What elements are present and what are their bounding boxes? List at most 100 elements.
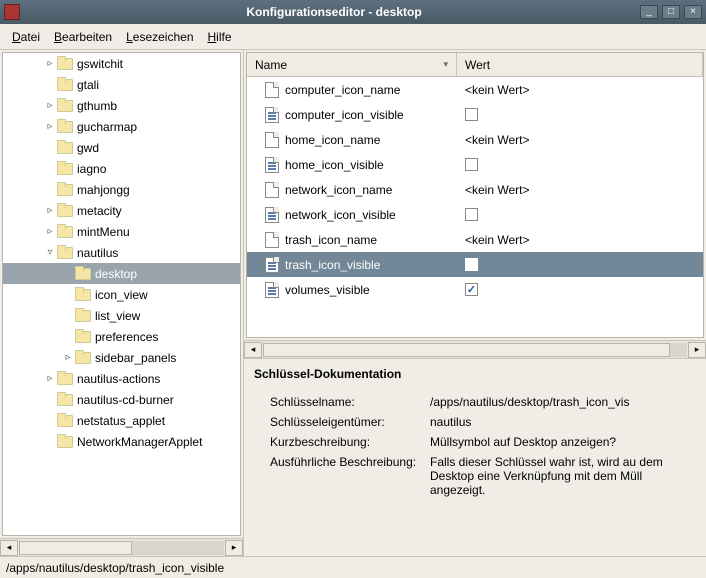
expand-icon[interactable]: ▹ bbox=[43, 205, 57, 216]
key-name: computer_icon_name bbox=[285, 83, 400, 97]
checkbox[interactable] bbox=[465, 208, 478, 221]
expand-icon[interactable]: ▹ bbox=[43, 58, 57, 69]
app-icon bbox=[4, 4, 20, 20]
col-name[interactable]: Name▾ bbox=[247, 53, 457, 76]
maximize-button[interactable]: □ bbox=[662, 5, 680, 19]
expand-icon[interactable]: ▹ bbox=[43, 100, 57, 111]
key-value[interactable]: <kein Wert> bbox=[457, 233, 703, 247]
tree-item-nautilus-actions[interactable]: ▹nautilus-actions bbox=[3, 368, 240, 389]
folder-icon bbox=[57, 225, 73, 239]
doc-key-long-value: Falls dieser Schlüssel wahr ist, wird au… bbox=[430, 455, 696, 497]
expand-icon[interactable]: ▿ bbox=[43, 247, 57, 258]
col-wert[interactable]: Wert bbox=[457, 53, 703, 76]
key-value[interactable] bbox=[457, 108, 703, 121]
key-value[interactable] bbox=[457, 258, 703, 271]
titlebar[interactable]: Konfigurationseditor - desktop _ □ × bbox=[0, 0, 706, 24]
tree-item-nautilus[interactable]: ▿nautilus bbox=[3, 242, 240, 263]
key-row-computer_icon_name[interactable]: computer_icon_name <kein Wert> bbox=[247, 77, 703, 102]
folder-icon bbox=[57, 372, 73, 386]
key-row-volumes_visible[interactable]: volumes_visible✓ bbox=[247, 277, 703, 302]
menu-datei[interactable]: Datei bbox=[6, 27, 46, 47]
folder-icon bbox=[57, 78, 73, 92]
folder-icon bbox=[57, 183, 73, 197]
scroll-left-button[interactable]: ◂ bbox=[0, 540, 18, 556]
tree-item-metacity[interactable]: ▹ metacity bbox=[3, 200, 240, 221]
scroll-thumb[interactable] bbox=[263, 343, 670, 357]
key-type-icon bbox=[265, 232, 279, 248]
tree-item-preferences[interactable]: preferences bbox=[3, 326, 240, 347]
tree-item-list_view[interactable]: list_view bbox=[3, 305, 240, 326]
key-value[interactable]: ✓ bbox=[457, 283, 703, 296]
folder-icon bbox=[75, 288, 91, 302]
expand-icon[interactable]: ▹ bbox=[43, 226, 57, 237]
key-value[interactable]: <kein Wert> bbox=[457, 183, 703, 197]
close-button[interactable]: × bbox=[684, 5, 702, 19]
tree-item-label: desktop bbox=[95, 267, 137, 281]
checkbox[interactable] bbox=[465, 158, 478, 171]
tree-item-icon_view[interactable]: icon_view bbox=[3, 284, 240, 305]
key-row-computer_icon_visible[interactable]: computer_icon_visible bbox=[247, 102, 703, 127]
tree-hscroll[interactable]: ◂ ▸ bbox=[0, 538, 243, 556]
tree-item-label: nautilus-cd-burner bbox=[77, 393, 174, 407]
tree-item-label: NetworkManagerApplet bbox=[77, 435, 202, 449]
tree-item-gswitchit[interactable]: ▹gswitchit bbox=[3, 53, 240, 74]
key-row-home_icon_name[interactable]: home_icon_name <kein Wert> bbox=[247, 127, 703, 152]
key-value[interactable]: <kein Wert> bbox=[457, 83, 703, 97]
tree-view[interactable]: ▹gswitchitgtali▹gthumb▹gucharmapgwdiagno… bbox=[2, 52, 241, 536]
sort-indicator-icon: ▾ bbox=[443, 59, 448, 70]
scroll-thumb[interactable] bbox=[19, 541, 132, 555]
tree-item-label: netstatus_applet bbox=[77, 414, 165, 428]
tree-item-mahjongg[interactable]: mahjongg bbox=[3, 179, 240, 200]
folder-icon bbox=[57, 414, 73, 428]
tree-item-NetworkManagerApplet[interactable]: NetworkManagerApplet bbox=[3, 431, 240, 452]
key-row-home_icon_visible[interactable]: home_icon_visible bbox=[247, 152, 703, 177]
tree-item-netstatus_applet[interactable]: netstatus_applet bbox=[3, 410, 240, 431]
menu-bearbeiten[interactable]: Bearbeiten bbox=[48, 27, 118, 47]
key-type-icon bbox=[265, 182, 279, 198]
tree-item-nautilus-cd-burner[interactable]: nautilus-cd-burner bbox=[3, 389, 240, 410]
expand-icon[interactable]: ▹ bbox=[43, 373, 57, 384]
tree-item-gthumb[interactable]: ▹gthumb bbox=[3, 95, 240, 116]
minimize-button[interactable]: _ bbox=[640, 5, 658, 19]
doc-key-long-label: Ausführliche Beschreibung: bbox=[254, 455, 430, 497]
key-row-network_icon_visible[interactable]: network_icon_visible bbox=[247, 202, 703, 227]
folder-icon bbox=[57, 162, 73, 176]
tree-item-iagno[interactable]: iagno bbox=[3, 158, 240, 179]
tree-item-label: gucharmap bbox=[77, 120, 137, 134]
checkbox[interactable] bbox=[465, 108, 478, 121]
tree-item-sidebar_panels[interactable]: ▹sidebar_panels bbox=[3, 347, 240, 368]
checkbox[interactable]: ✓ bbox=[465, 283, 478, 296]
key-name: home_icon_visible bbox=[285, 158, 384, 172]
key-row-trash_icon_visible[interactable]: trash_icon_visible bbox=[247, 252, 703, 277]
key-table: Name▾ Wert computer_icon_name <kein Wert>… bbox=[246, 52, 704, 338]
key-value[interactable] bbox=[457, 158, 703, 171]
tree-item-gtali[interactable]: gtali bbox=[3, 74, 240, 95]
tree-item-gucharmap[interactable]: ▹ gucharmap bbox=[3, 116, 240, 137]
tree-item-gwd[interactable]: gwd bbox=[3, 137, 240, 158]
key-name: trash_icon_name bbox=[285, 233, 377, 247]
table-hscroll[interactable]: ◂ ▸ bbox=[244, 340, 706, 358]
menu-hilfe[interactable]: Hilfe bbox=[202, 27, 238, 47]
tree-item-label: metacity bbox=[77, 204, 122, 218]
window-title: Konfigurationseditor - desktop bbox=[28, 5, 640, 19]
folder-icon bbox=[75, 267, 91, 281]
key-name: trash_icon_visible bbox=[285, 258, 380, 272]
scroll-right-button[interactable]: ▸ bbox=[688, 342, 706, 358]
tree-item-label: mintMenu bbox=[77, 225, 130, 239]
tree-item-label: gwd bbox=[77, 141, 99, 155]
key-value[interactable]: <kein Wert> bbox=[457, 133, 703, 147]
scroll-left-button[interactable]: ◂ bbox=[244, 342, 262, 358]
folder-icon bbox=[57, 393, 73, 407]
menu-lesezeichen[interactable]: Lesezeichen bbox=[120, 27, 199, 47]
key-value[interactable] bbox=[457, 208, 703, 221]
tree-item-mintMenu[interactable]: ▹ mintMenu bbox=[3, 221, 240, 242]
tree-item-desktop[interactable]: desktop bbox=[3, 263, 240, 284]
key-row-network_icon_name[interactable]: network_icon_name<kein Wert> bbox=[247, 177, 703, 202]
checkbox[interactable] bbox=[465, 258, 478, 271]
key-row-trash_icon_name[interactable]: trash_icon_name <kein Wert> bbox=[247, 227, 703, 252]
expand-icon[interactable]: ▹ bbox=[61, 352, 75, 363]
expand-icon[interactable]: ▹ bbox=[43, 121, 57, 132]
key-name: home_icon_name bbox=[285, 133, 380, 147]
scroll-right-button[interactable]: ▸ bbox=[225, 540, 243, 556]
folder-icon bbox=[57, 141, 73, 155]
